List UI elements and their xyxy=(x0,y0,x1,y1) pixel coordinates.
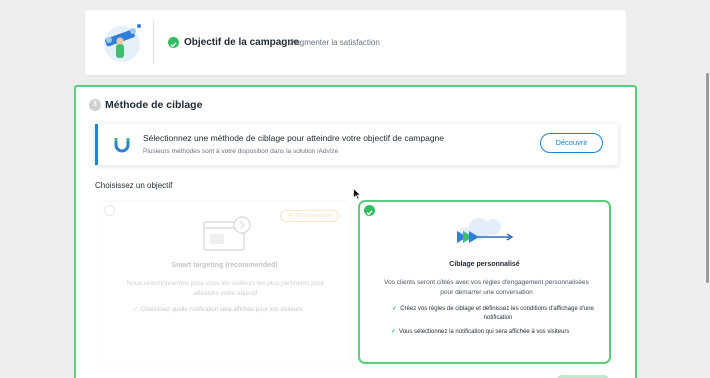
divider xyxy=(153,21,154,64)
option-title: Ciblage personnalisé xyxy=(449,261,520,268)
info-title: Sélectionnez une méthode de ciblage pour… xyxy=(143,133,445,143)
magnet-icon xyxy=(114,138,130,153)
option-bullet: ✓ Créez vos règles de ciblage et définiss… xyxy=(378,305,608,323)
check-icon: ✓ xyxy=(392,306,398,312)
section-title: Méthode de ciblage xyxy=(105,99,203,111)
scrollbar[interactable] xyxy=(706,73,709,283)
targeting-method-section: 3 Méthode de ciblage Sélectionnez une mé… xyxy=(74,85,637,378)
campaign-objective-card: Objectif de la campagne Augmenter la sat… xyxy=(85,10,626,75)
option-bullet: ✓ Vous sélectionnez la notification qui s… xyxy=(391,328,569,337)
option-bullet-text: Créez vos règles de ciblage et définisse… xyxy=(400,306,594,321)
check-icon xyxy=(168,37,179,48)
objective-value: Augmenter la satisfaction xyxy=(290,38,380,47)
coming-soon-label: Prochainement xyxy=(295,213,333,219)
info-description: Plusieurs méthodes sont à votre disposit… xyxy=(143,148,339,155)
check-icon: ✓ xyxy=(133,307,139,313)
info-banner: Sélectionnez une méthode de ciblage pour… xyxy=(95,124,618,165)
step-number: 3 xyxy=(89,99,101,111)
check-icon: ✓ xyxy=(391,329,397,335)
option-bullet: ✓ Choisissez quelle notification sera aff… xyxy=(133,306,302,315)
discover-button[interactable]: Découvrir xyxy=(540,133,603,153)
window-gear-illustration xyxy=(203,216,251,251)
cursor-icon xyxy=(353,188,361,200)
option-description: Nous sélectionnerons pour vous les visit… xyxy=(126,280,325,297)
option-bullet-text: Vous sélectionnez la notification qui se… xyxy=(399,329,570,335)
arrow-target-illustration xyxy=(457,218,514,243)
option-description: Vos clients seront ciblés avec vos règle… xyxy=(384,279,589,296)
option-title: Smart targeting (recommended) xyxy=(171,262,278,269)
option-bullet-text: Choisissez quelle notification sera affi… xyxy=(141,307,303,313)
choose-objective-label: Choisissez un objectif xyxy=(95,181,173,190)
check-icon xyxy=(364,205,375,216)
option-smart-targeting: ⚡ Prochainement Smart targeting (recomme… xyxy=(98,200,351,364)
objective-title: Objectif de la campagne xyxy=(184,37,300,48)
option-custom-targeting[interactable]: Ciblage personnalisé Vos clients seront … xyxy=(358,200,611,364)
radio-circle xyxy=(104,205,115,216)
objective-illustration xyxy=(104,24,141,62)
coming-soon-badge: ⚡ Prochainement xyxy=(280,210,340,222)
